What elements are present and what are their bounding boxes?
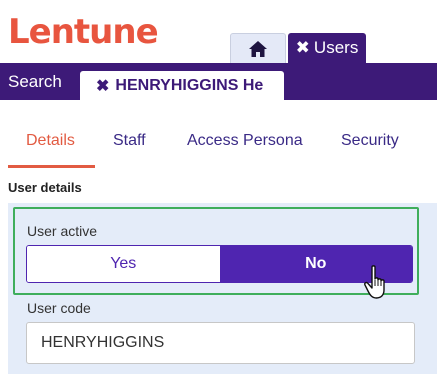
tab-security-label: Security — [341, 132, 399, 149]
tab-details[interactable]: Details — [8, 126, 95, 168]
home-tab[interactable] — [230, 33, 286, 63]
tab-details-label: Details — [26, 132, 75, 149]
user-active-label: User active — [27, 223, 98, 239]
user-record-tab[interactable]: ✖ HENRYHIGGINS He — [80, 71, 284, 100]
user-code-label: User code — [27, 300, 91, 316]
user-record-tab-label: HENRYHIGGINS He — [115, 76, 264, 94]
nav-bar: Search ✖ HENRYHIGGINS He — [0, 63, 437, 100]
close-icon[interactable]: ✖ — [296, 38, 310, 58]
user-active-toggle: Yes No — [26, 245, 413, 283]
users-tab-label: Users — [313, 38, 359, 57]
user-code-input[interactable] — [26, 322, 415, 364]
tab-access-persona-label: Access Persona — [187, 132, 303, 149]
search-tab[interactable]: Search — [8, 63, 62, 100]
detail-tabs: Details Staff Access Persona Security — [0, 126, 437, 168]
users-tab[interactable]: ✖ Users — [288, 33, 366, 63]
lentune-logo: Lentune — [8, 12, 159, 52]
hand-cursor-icon — [364, 265, 385, 299]
section-title: User details — [8, 180, 82, 195]
tab-security[interactable]: Security — [341, 126, 399, 168]
tab-staff-label: Staff — [113, 132, 146, 149]
close-icon[interactable]: ✖ — [96, 76, 109, 96]
tab-staff[interactable]: Staff — [113, 126, 146, 168]
top-tab-bar: ✖ Users — [230, 33, 366, 63]
tab-access-persona[interactable]: Access Persona — [187, 126, 303, 168]
yes-button[interactable]: Yes — [27, 246, 220, 282]
home-icon — [249, 40, 267, 57]
